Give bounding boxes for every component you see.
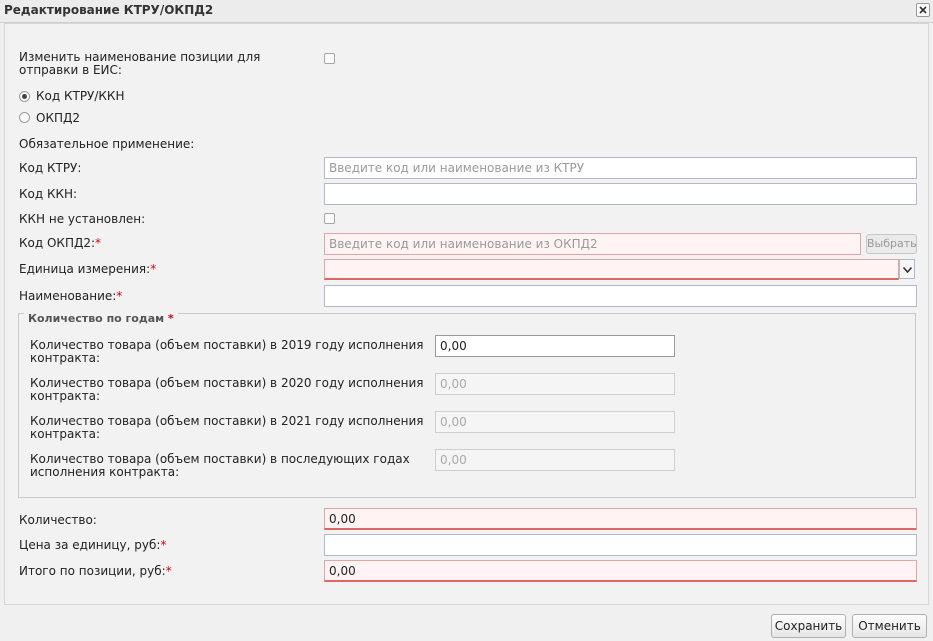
quantity-label: Количество:: [19, 513, 97, 527]
okpd-select-button[interactable]: Выбрать: [866, 234, 917, 254]
kkn-not-set-checkbox[interactable]: [324, 213, 335, 224]
okpd-input[interactable]: Введите код или наименование из ОКПД2: [324, 233, 861, 255]
price-label: Цена за единицу, руб:*: [19, 538, 166, 552]
years-legend: Количество по годам *: [24, 312, 178, 325]
price-input[interactable]: [324, 534, 917, 556]
save-button[interactable]: Сохранить: [771, 614, 846, 638]
mandatory-label: Обязательное применение:: [19, 137, 195, 151]
unit-label-text: Единица измерения:: [19, 262, 151, 276]
required-mark: *: [116, 289, 123, 303]
dialog-titlebar: Редактирование КТРУ/ОКПД2: [0, 0, 933, 23]
name-label: Наименование:*: [19, 289, 122, 303]
close-icon: [919, 6, 927, 14]
required-mark: *: [165, 564, 172, 578]
year-row-label: Количество товара (объем поставки) в 201…: [30, 338, 424, 365]
required-mark: *: [160, 538, 167, 552]
radio-okpd-label: ОКПД2: [36, 111, 80, 125]
years-legend-text: Количество по годам: [28, 312, 165, 325]
total-label-text: Итого по позиции, руб:: [19, 564, 166, 578]
year-2020-input[interactable]: 0,00: [435, 373, 675, 395]
kkn-not-set-label: ККН не установлен:: [19, 212, 146, 226]
radio-ktru[interactable]: [19, 91, 30, 102]
unit-select[interactable]: [324, 259, 899, 280]
year-2021-input[interactable]: 0,00: [435, 411, 675, 433]
ktru-input[interactable]: Введите код или наименование из КТРУ: [324, 157, 917, 179]
close-button[interactable]: [916, 3, 930, 17]
required-mark: *: [150, 262, 157, 276]
total-label: Итого по позиции, руб:*: [19, 564, 172, 578]
year-row-label: Количество товара (объем поставки) в пос…: [30, 452, 410, 479]
cancel-button[interactable]: Отменить: [852, 614, 927, 638]
ktru-label: Код КТРУ:: [19, 161, 82, 175]
rename-label: Изменить наименование позиции для отправ…: [19, 50, 261, 77]
total-input[interactable]: 0,00: [324, 560, 917, 582]
radio-okpd[interactable]: [19, 112, 30, 123]
year-2019-input[interactable]: 0,00: [435, 335, 675, 357]
name-label-text: Наименование:: [19, 289, 117, 303]
unit-label: Единица измерения:*: [19, 262, 156, 276]
year-row-label: Количество товара (объем поставки) в 202…: [30, 414, 424, 441]
name-input[interactable]: [324, 285, 917, 307]
required-mark: *: [168, 312, 174, 325]
kkn-label: Код ККН:: [19, 187, 78, 201]
year-row-label: Количество товара (объем поставки) в 202…: [30, 376, 424, 403]
year-later-input[interactable]: 0,00: [435, 449, 675, 471]
price-label-text: Цена за единицу, руб:: [19, 538, 161, 552]
radio-ktru-label: Код КТРУ/ККН: [36, 89, 125, 103]
quantity-input[interactable]: 0,00: [324, 508, 917, 530]
kkn-input[interactable]: [324, 183, 917, 205]
chevron-down-icon: [903, 267, 912, 273]
required-mark: *: [95, 236, 102, 250]
okpd-label-text: Код ОКПД2:: [19, 236, 96, 250]
okpd-label: Код ОКПД2:*: [19, 236, 101, 250]
rename-checkbox[interactable]: [324, 53, 335, 64]
unit-dropdown-button[interactable]: [899, 259, 915, 279]
dialog-title: Редактирование КТРУ/ОКПД2: [4, 3, 214, 17]
